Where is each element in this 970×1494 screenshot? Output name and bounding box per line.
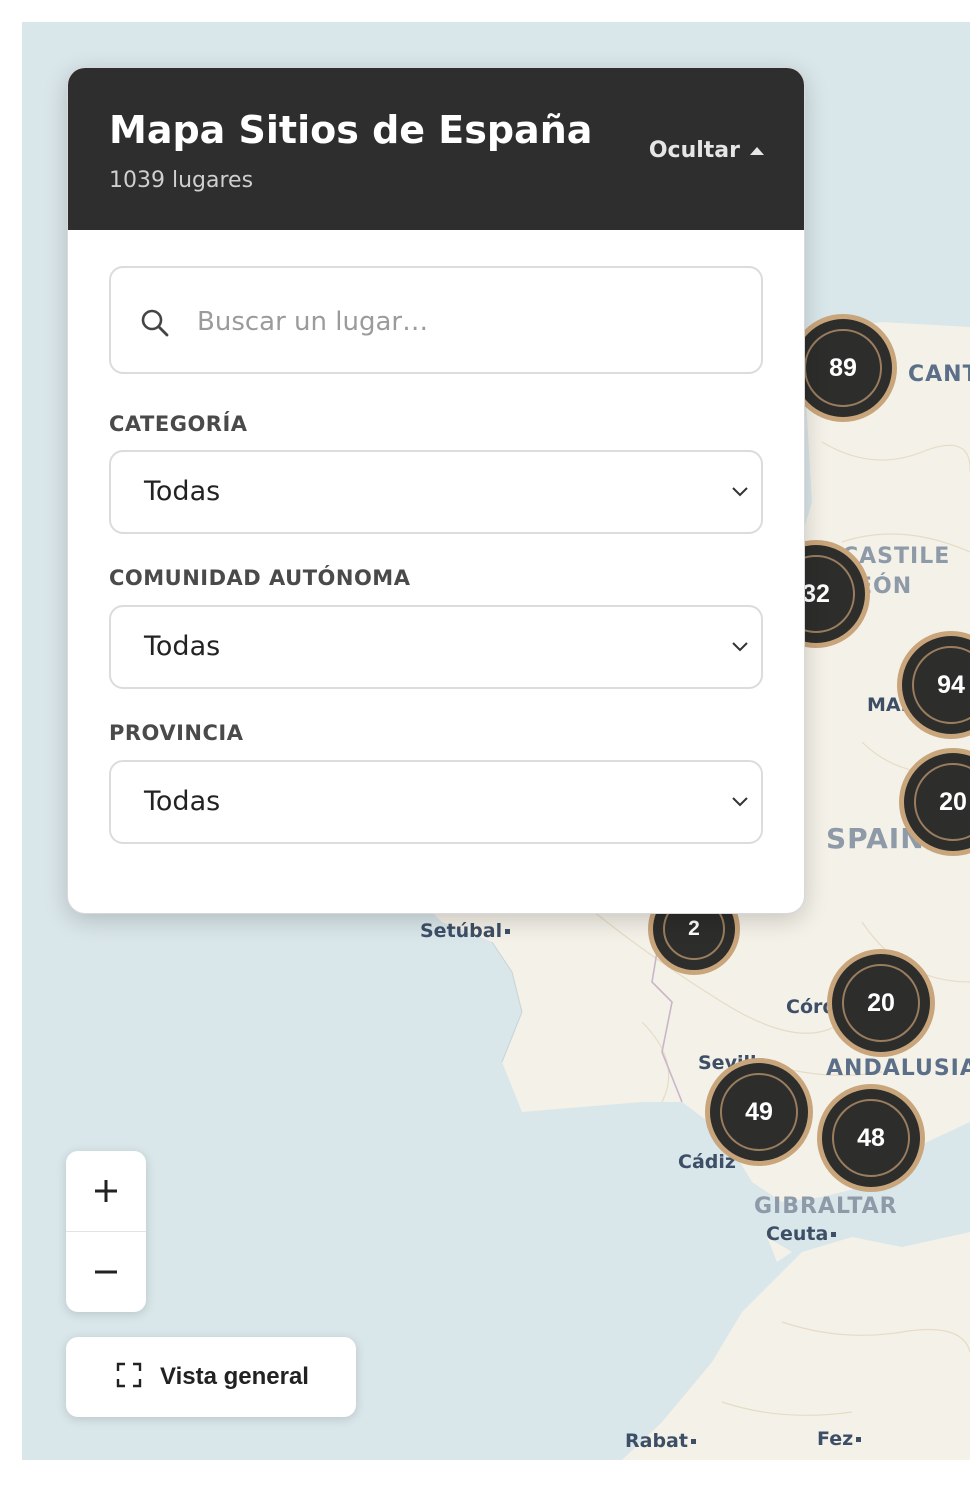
overview-button[interactable]: Vista general <box>66 1337 356 1417</box>
search-icon <box>140 308 170 343</box>
panel-title: Mapa Sitios de España <box>109 108 593 152</box>
cluster-marker[interactable]: 20 <box>899 748 970 856</box>
region-label-gibraltar: GIBRALTAR <box>754 1194 898 1219</box>
region-label-cantabria: CANTABRIA <box>908 362 970 387</box>
overview-label: Vista general <box>160 1363 309 1390</box>
zoom-controls <box>66 1151 146 1312</box>
province-select[interactable]: Todas <box>109 760 763 844</box>
minus-icon <box>95 1270 117 1274</box>
zoom-in-button[interactable] <box>66 1151 146 1231</box>
category-select[interactable]: Todas <box>109 450 763 534</box>
province-label: PROVINCIA <box>109 721 244 745</box>
search-box[interactable] <box>109 266 763 374</box>
caret-up-icon <box>750 146 764 155</box>
places-count: 1039 lugares <box>109 168 254 193</box>
panel-header: Mapa Sitios de España 1039 lugares Ocult… <box>68 68 804 230</box>
cluster-marker[interactable]: 89 <box>789 314 897 422</box>
category-select-value: Todas <box>144 476 221 507</box>
chevron-down-icon <box>729 790 751 817</box>
plus-icon <box>95 1180 117 1202</box>
community-select-value: Todas <box>144 631 221 662</box>
place-label-fez: Fez <box>817 1428 862 1450</box>
cluster-marker[interactable]: 94 <box>897 631 970 739</box>
cluster-marker[interactable]: 49 <box>705 1058 813 1166</box>
province-select-value: Todas <box>144 786 221 817</box>
chevron-down-icon <box>729 480 751 507</box>
cluster-marker[interactable]: 20 <box>827 949 935 1057</box>
community-select[interactable]: Todas <box>109 605 763 689</box>
place-label-rabat: Rabat <box>625 1430 696 1452</box>
category-label: CATEGORÍA <box>109 412 248 436</box>
region-label-andalusia: ANDALUSIA <box>826 1056 970 1081</box>
search-input[interactable] <box>195 293 739 351</box>
place-label-setubal: Setúbal <box>420 920 511 942</box>
chevron-down-icon <box>729 635 751 662</box>
place-label-ceuta: Ceuta <box>766 1223 837 1245</box>
zoom-out-button[interactable] <box>66 1232 146 1312</box>
cluster-marker[interactable]: 48 <box>817 1084 925 1192</box>
hide-panel-button[interactable]: Ocultar <box>649 138 764 163</box>
community-label: COMUNIDAD AUTÓNOMA <box>109 566 411 590</box>
hide-panel-label: Ocultar <box>648 138 740 163</box>
fullscreen-icon <box>116 1362 142 1393</box>
filter-panel: Mapa Sitios de España 1039 lugares Ocult… <box>67 67 805 914</box>
